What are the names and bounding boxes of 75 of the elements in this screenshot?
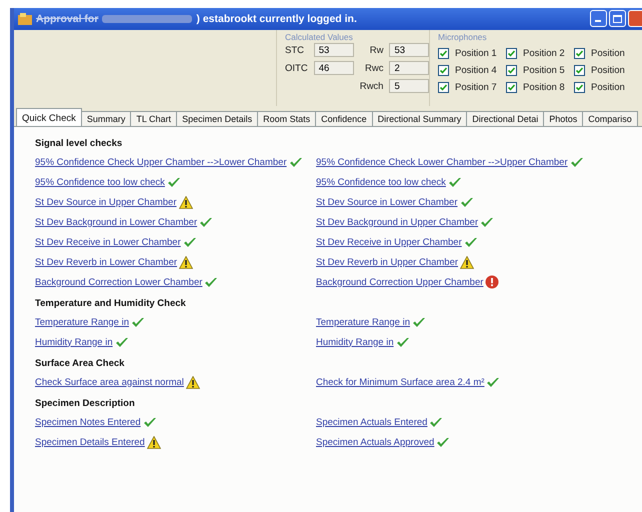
field-label: OITC <box>285 62 308 74</box>
check-link[interactable]: Specimen Notes Entered <box>35 416 141 428</box>
section-heading: Surface Area Check <box>35 358 126 371</box>
checkbox[interactable] <box>438 82 449 92</box>
field-label: Rw <box>368 44 384 56</box>
checkbox[interactable] <box>574 48 585 58</box>
check-link[interactable]: St Dev Background in Lower Chamber <box>35 216 198 228</box>
checkbox[interactable] <box>506 82 517 92</box>
checkbox[interactable] <box>506 64 517 76</box>
group-legend: Calculated Values <box>285 32 425 43</box>
checkbox-label: Position <box>591 82 625 92</box>
check-link[interactable]: Humidity Range in <box>35 336 113 348</box>
value-field[interactable]: 5 <box>389 79 430 93</box>
tab[interactable]: Quick Check <box>16 108 82 126</box>
check-link[interactable]: 95% Confidence Check Upper Chamber -->Lower Chamber <box>35 156 287 168</box>
tab[interactable]: Summary <box>80 111 132 126</box>
window-title: Approval for <box>36 13 98 25</box>
check-link[interactable]: St Dev Reverb in Upper Chamber <box>316 256 458 268</box>
check-link[interactable]: Specimen Actuals Approved <box>316 436 434 448</box>
check-link[interactable]: 95% Confidence too low check <box>316 176 446 188</box>
checkbox[interactable] <box>438 64 449 76</box>
checkbox-label: Position 4 <box>455 64 497 76</box>
check-link[interactable]: Specimen Actuals Entered <box>316 416 428 428</box>
check-link[interactable]: Background Correction Upper Chamber <box>316 276 484 288</box>
field-label: Rwc <box>364 62 384 74</box>
check-link[interactable]: 95% Confidence Check Lower Chamber -->Upper Chamber <box>316 156 568 168</box>
check-link[interactable]: Specimen Details Entered <box>35 436 145 448</box>
check-link[interactable]: Temperature Range in <box>316 316 410 328</box>
checkbox-label: Position <box>591 48 625 58</box>
checkbox[interactable] <box>438 48 449 58</box>
tab[interactable]: Confidence <box>315 111 373 126</box>
checkbox[interactable] <box>574 82 585 92</box>
section-heading: Specimen Description <box>35 398 136 411</box>
check-link[interactable]: St Dev Background in Upper Chamber <box>316 216 478 228</box>
maximize-button[interactable] <box>609 10 626 27</box>
group-legend: Microphones <box>438 32 642 43</box>
checkbox-label: Position 2 <box>523 48 565 58</box>
field-label: STC <box>285 44 305 56</box>
tab[interactable]: Room Stats <box>257 111 316 126</box>
value-field[interactable]: 53 <box>389 43 430 57</box>
check-link[interactable]: 95% Confidence too low check <box>35 176 165 188</box>
checkbox[interactable] <box>574 64 585 76</box>
check-link[interactable]: St Dev Receive in Lower Chamber <box>35 236 181 248</box>
checkbox-label: Position 7 <box>455 82 497 92</box>
value-field[interactable]: 46 <box>314 61 354 75</box>
checkbox[interactable] <box>506 48 517 58</box>
window-title: ) estabrookt currently logged in. <box>196 13 357 25</box>
checkbox-label: Position <box>591 64 625 76</box>
checkbox-label: Position 5 <box>523 64 565 76</box>
maximize-icon <box>613 14 622 22</box>
tab[interactable]: Directional Detai <box>466 111 544 126</box>
section-heading: Signal level checks <box>35 138 124 151</box>
check-link[interactable]: Check for Minimum Surface area 2.4 m² <box>316 376 484 388</box>
checkbox-label: Position 1 <box>455 48 497 58</box>
checkbox-label: Position 8 <box>523 82 565 92</box>
minimize-button[interactable] <box>590 10 607 27</box>
check-link[interactable]: Check Surface area against normal <box>35 376 184 388</box>
check-link[interactable]: St Dev Source in Upper Chamber <box>35 196 177 208</box>
value-field[interactable]: 2 <box>389 61 430 75</box>
tab[interactable]: TL Chart <box>130 111 178 126</box>
check-link[interactable]: Temperature Range in <box>35 316 129 328</box>
check-link[interactable]: Background Correction Lower Chamber <box>35 276 202 288</box>
check-link[interactable]: St Dev Receive in Upper Chamber <box>316 236 462 248</box>
field-label: Rwch <box>360 80 384 92</box>
value-field[interactable]: 53 <box>314 43 354 57</box>
app-icon <box>18 13 32 25</box>
tab[interactable]: Photos <box>543 111 584 126</box>
check-link[interactable]: St Dev Source in Lower Chamber <box>316 196 458 208</box>
check-link[interactable]: St Dev Reverb in Lower Chamber <box>35 256 178 268</box>
tab[interactable]: Compariso <box>582 111 638 126</box>
close-button[interactable] <box>628 10 642 27</box>
tab[interactable]: Specimen Details <box>176 111 258 126</box>
tab[interactable]: Directional Summary <box>372 111 468 126</box>
section-heading: Temperature and Humidity Check <box>35 298 187 311</box>
check-link[interactable]: Humidity Range in <box>316 336 394 348</box>
